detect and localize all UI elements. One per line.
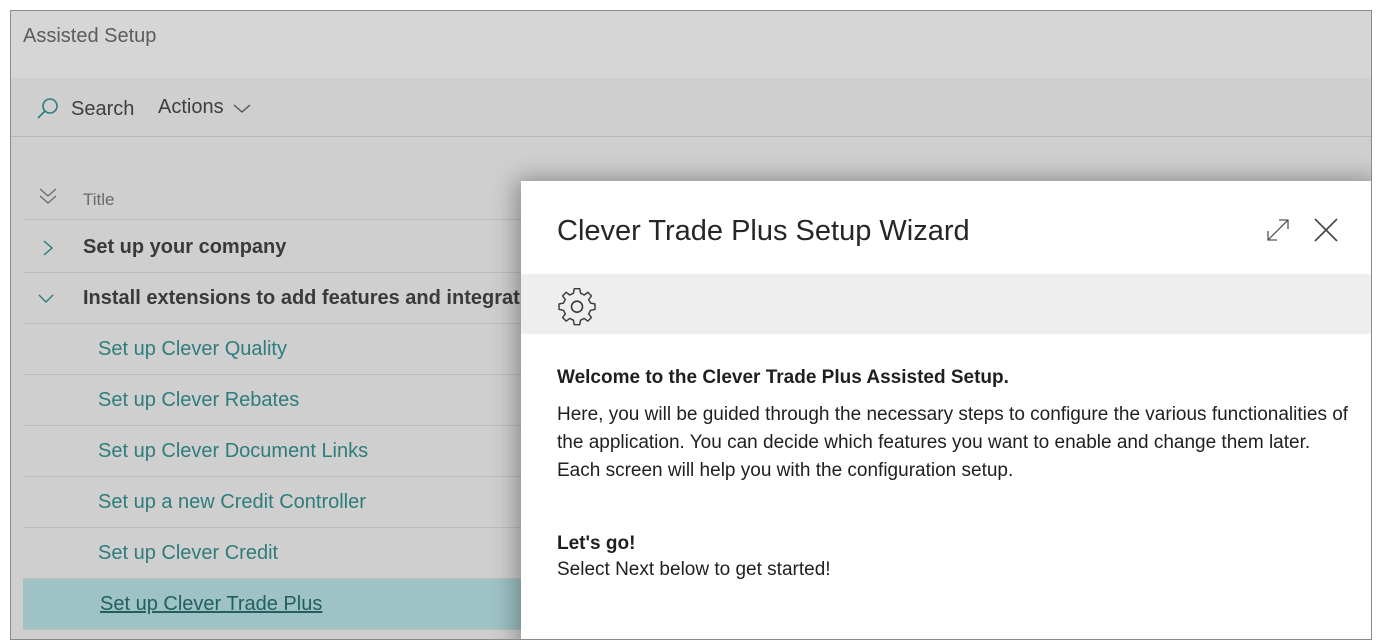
chevron-down-icon [233,103,251,113]
group-label: Set up your company [83,236,287,258]
setup-link[interactable]: Set up Clever Document Links [98,440,368,463]
close-button[interactable] [1313,217,1339,246]
page-title: Assisted Setup [23,25,157,47]
setup-link[interactable]: Set up Clever Rebates [98,389,299,412]
welcome-heading: Welcome to the Clever Trade Plus Assiste… [557,367,1009,388]
search-icon [37,98,58,119]
app-window: Assisted Setup Search Actions Title Set … [10,10,1372,640]
search-button[interactable]: Search [35,96,134,122]
setup-wizard-dialog: Clever Trade Plus Setup Wizard Welcome t… [521,181,1371,639]
group-label: Install extensions to add features and i… [83,287,561,309]
action-bar: Search Actions [11,78,1371,137]
setup-link[interactable]: Set up Clever Credit [98,542,278,565]
actions-menu-button[interactable]: Actions [158,96,252,119]
next-hint-text: Select Next below to get started! [557,559,831,580]
gear-icon [558,287,596,326]
search-label: Search [71,97,135,120]
chevron-right-icon[interactable] [41,239,55,257]
collapse-all-icon[interactable] [37,187,59,205]
lets-go-heading: Let's go! [557,533,636,554]
expand-icon [1267,219,1289,241]
setup-link[interactable]: Set up a new Credit Controller [98,491,366,514]
dialog-title: Clever Trade Plus Setup Wizard [557,215,970,247]
expand-button[interactable] [1265,217,1291,246]
actions-label: Actions [158,96,224,118]
page-header: Assisted Setup [11,11,1371,78]
column-title-header[interactable]: Title [83,190,115,210]
close-icon [1314,218,1338,242]
setup-link[interactable]: Set up Clever Trade Plus [100,593,322,616]
dialog-body: Welcome to the Clever Trade Plus Assiste… [557,367,1357,581]
intro-text: Here, you will be guided through the nec… [557,404,1349,481]
chevron-down-icon[interactable] [37,292,55,306]
dialog-banner [521,274,1371,334]
setup-link[interactable]: Set up Clever Quality [98,338,287,361]
